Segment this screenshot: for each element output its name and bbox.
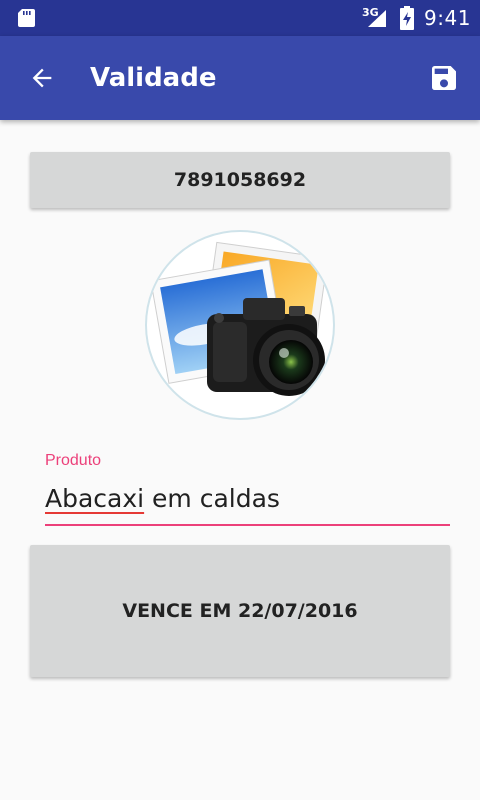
signal-icon <box>368 10 386 27</box>
arrow-back-icon <box>32 68 52 88</box>
barcode-button[interactable]: 7891058692 <box>30 152 450 208</box>
sd-card-icon <box>18 9 35 27</box>
status-time: 9:41 <box>424 6 471 30</box>
status-bar: 3G 9:41 <box>0 0 480 36</box>
product-value-misspelled: Abacaxi <box>45 484 145 513</box>
camera-photo-icon <box>150 241 329 396</box>
battery-charging-icon <box>400 6 414 30</box>
product-value-rest: em caldas <box>144 484 280 513</box>
product-photo[interactable] <box>145 230 335 420</box>
back-button[interactable] <box>22 60 62 96</box>
app-bar: Validade <box>0 36 480 120</box>
page-title: Validade <box>90 63 217 93</box>
save-icon <box>432 66 456 90</box>
product-field-label: Produto <box>45 452 102 469</box>
save-button[interactable] <box>424 60 464 96</box>
product-field[interactable]: Abacaxi em caldas <box>45 484 450 526</box>
expiry-date-button[interactable]: VENCE EM 22/07/2016 <box>30 545 450 677</box>
